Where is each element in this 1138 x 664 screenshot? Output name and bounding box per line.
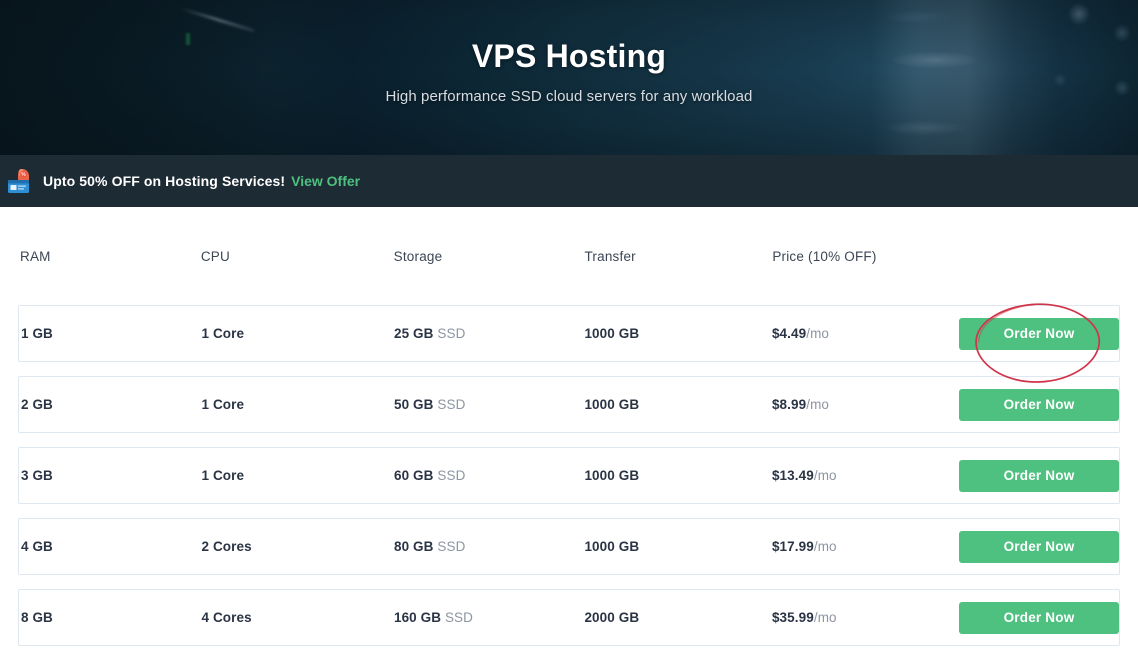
cell-storage: 160 GB SSD: [394, 610, 584, 625]
cell-transfer: 1000 GB: [584, 468, 640, 483]
cell-transfer: 1000 GB: [584, 397, 640, 412]
cell-cpu: 1 Core: [201, 397, 245, 412]
pricing-table: RAM CPU Storage Transfer Price (10% OFF)…: [0, 207, 1138, 646]
storage-value: 160 GB: [393, 610, 442, 625]
cell-transfer: 2000 GB: [584, 610, 640, 625]
column-header-storage: Storage: [393, 248, 443, 264]
cell-cpu: 4 Cores: [201, 610, 252, 625]
cell-price: $8.99/mo: [772, 397, 958, 412]
order-now-button[interactable]: Order Now: [959, 388, 1119, 421]
cell-action: Order Now: [957, 317, 1119, 350]
price-amount: $35.99: [771, 610, 814, 625]
hero-text-block: VPS Hosting High performance SSD cloud s…: [0, 0, 1138, 105]
storage-value: 80 GB: [393, 539, 434, 554]
svg-text:%: %: [21, 172, 26, 178]
cell-ram: 4 GB: [21, 539, 53, 554]
price-amount: $17.99: [771, 539, 814, 554]
column-header-price: Price (10% OFF): [772, 248, 877, 264]
page-title: VPS Hosting: [471, 38, 667, 74]
table-row: 3 GB 1 Core 60 GB SSD 1000 GB $13.49/mo …: [18, 447, 1120, 504]
cell-transfer: 1000 GB: [584, 539, 640, 554]
cell-ram: 8 GB: [21, 610, 53, 625]
order-now-button[interactable]: Order Now: [959, 317, 1119, 350]
price-period: /mo: [806, 397, 830, 412]
table-row: 4 GB 2 Cores 80 GB SSD 1000 GB $17.99/mo…: [18, 518, 1120, 575]
promo-banner: % Upto 50% OFF on Hosting Services! View…: [0, 155, 1138, 207]
hero-banner: VPS Hosting High performance SSD cloud s…: [0, 0, 1138, 155]
cell-price: $13.49/mo: [772, 468, 958, 483]
order-now-button[interactable]: Order Now: [959, 530, 1119, 563]
cell-cpu: 1 Core: [201, 468, 245, 483]
storage-type: SSD: [437, 397, 466, 412]
storage-type: SSD: [437, 539, 466, 554]
cell-ram: 1 GB: [21, 326, 53, 341]
price-period: /mo: [813, 610, 837, 625]
cell-price: $4.49/mo: [772, 326, 958, 341]
price-amount: $4.49: [771, 326, 807, 341]
table-header-row: RAM CPU Storage Transfer Price (10% OFF): [18, 207, 1120, 305]
cell-storage: 60 GB SSD: [394, 468, 584, 483]
cell-storage: 50 GB SSD: [394, 397, 584, 412]
discount-tag-icon: %: [6, 166, 40, 196]
storage-type: SSD: [437, 326, 466, 341]
cell-action: Order Now: [957, 388, 1119, 421]
column-header-cpu: CPU: [200, 248, 230, 264]
cell-ram: 3 GB: [21, 468, 53, 483]
storage-value: 25 GB: [393, 326, 434, 341]
cell-storage: 25 GB SSD: [394, 326, 584, 341]
page-subtitle: High performance SSD cloud servers for a…: [385, 88, 753, 105]
storage-type: SSD: [437, 468, 466, 483]
price-amount: $13.49: [771, 468, 814, 483]
cell-cpu: 1 Core: [201, 326, 245, 341]
cell-storage: 80 GB SSD: [394, 539, 584, 554]
order-now-button[interactable]: Order Now: [959, 459, 1119, 492]
order-now-button[interactable]: Order Now: [959, 601, 1119, 634]
table-row: 8 GB 4 Cores 160 GB SSD 2000 GB $35.99/m…: [18, 589, 1120, 646]
vps-hosting-page: VPS Hosting High performance SSD cloud s…: [0, 0, 1138, 664]
cell-action: Order Now: [957, 530, 1119, 563]
view-offer-link[interactable]: View Offer: [291, 173, 360, 189]
table-row: 2 GB 1 Core 50 GB SSD 1000 GB $8.99/mo O…: [18, 376, 1120, 433]
cell-price: $35.99/mo: [772, 610, 958, 625]
cell-action: Order Now: [957, 459, 1119, 492]
price-period: /mo: [806, 326, 830, 341]
cell-cpu: 2 Cores: [201, 539, 252, 554]
price-period: /mo: [813, 468, 837, 483]
cell-price: $17.99/mo: [772, 539, 958, 554]
cell-ram: 2 GB: [21, 397, 53, 412]
storage-type: SSD: [444, 610, 474, 625]
table-row: 1 GB 1 Core 25 GB SSD 1000 GB $4.49/mo O…: [18, 305, 1120, 362]
price-amount: $8.99: [771, 397, 807, 412]
promo-text: Upto 50% OFF on Hosting Services!: [43, 173, 286, 189]
cell-action: Order Now: [957, 601, 1119, 634]
storage-value: 60 GB: [393, 468, 434, 483]
price-period: /mo: [813, 539, 837, 554]
column-header-ram: RAM: [20, 248, 51, 264]
column-header-transfer: Transfer: [584, 248, 636, 264]
cell-transfer: 1000 GB: [584, 326, 640, 341]
storage-value: 50 GB: [393, 397, 434, 412]
